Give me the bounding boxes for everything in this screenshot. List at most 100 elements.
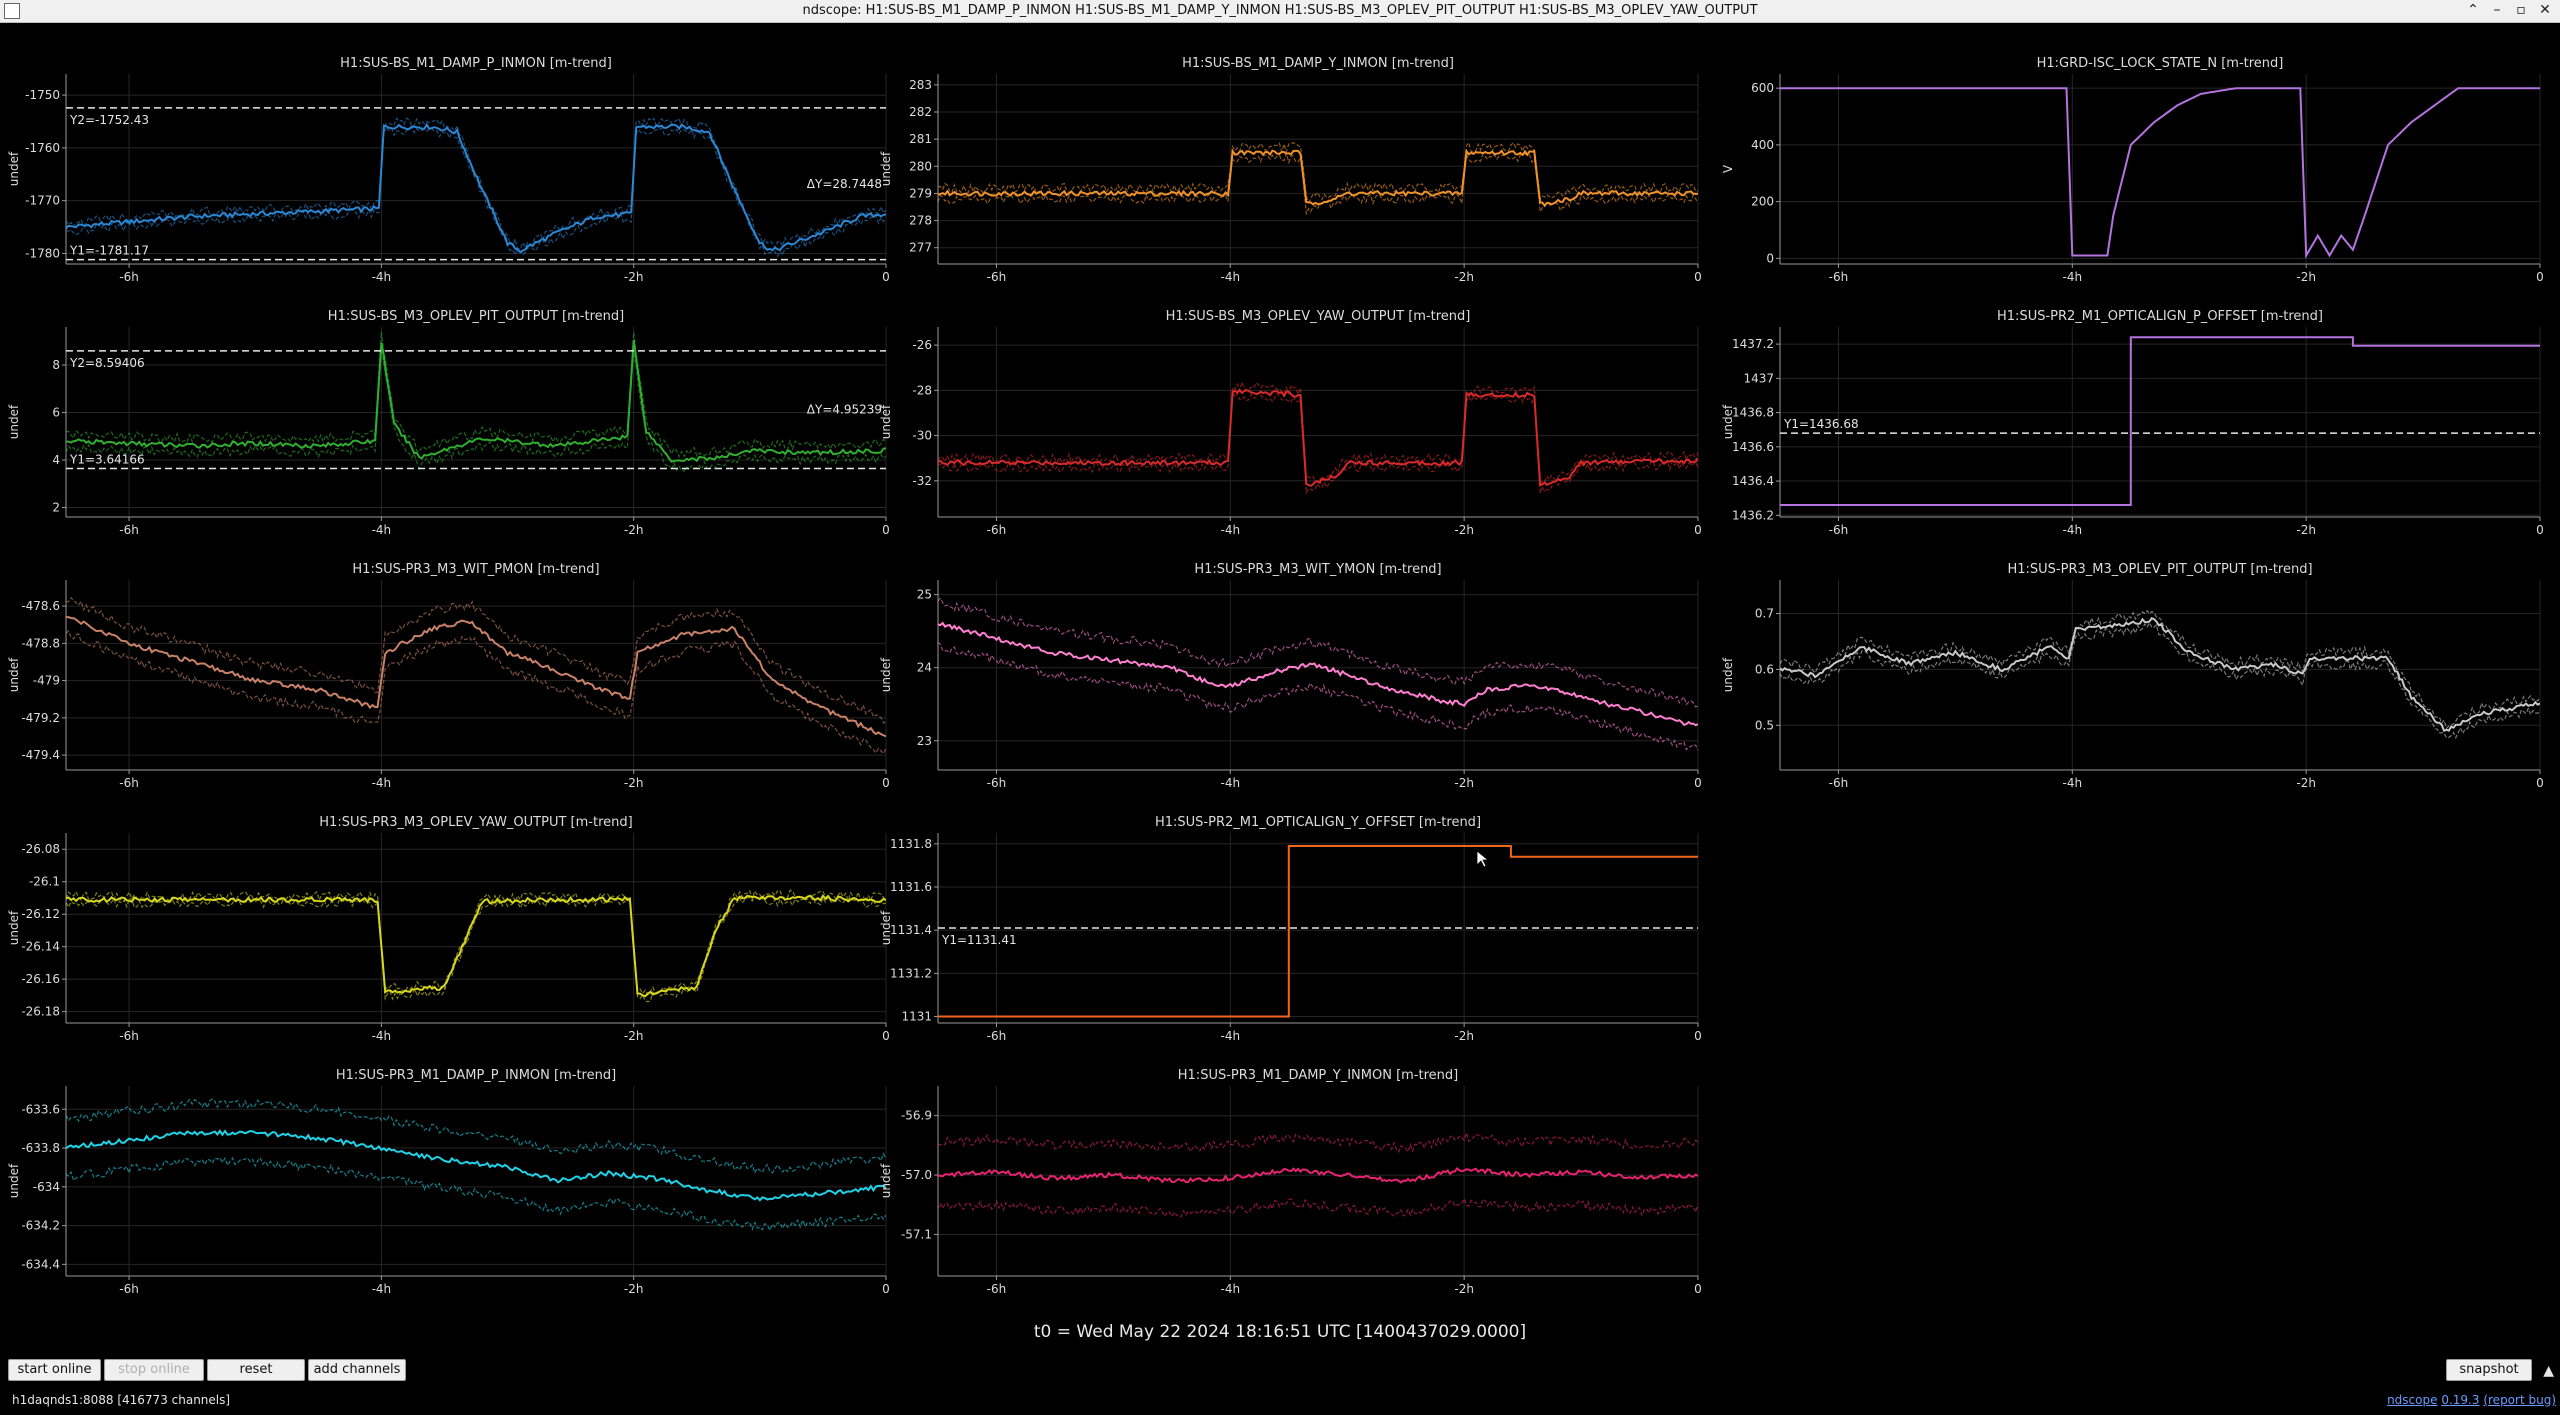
close-button[interactable]: ✕ xyxy=(2536,1,2554,19)
plot-panel[interactable]: H1:SUS-PR3_M3_OPLEV_YAW_OUTPUT [m-trend]… xyxy=(7,815,890,1043)
y-tick-label: 1131 xyxy=(901,1010,932,1024)
y-tick-label: -30 xyxy=(912,429,932,443)
series-min-line xyxy=(66,1156,886,1232)
y-tick-label: -479.4 xyxy=(21,748,60,762)
reset-button[interactable]: reset xyxy=(207,1359,305,1381)
version-link[interactable]: 0.19.3 xyxy=(2441,1393,2479,1407)
x-tick-label: -6h xyxy=(119,776,139,790)
series-min-line xyxy=(938,641,1698,751)
plot-panel[interactable]: H1:SUS-BS_M3_OPLEV_PIT_OUTPUT [m-trend] 2… xyxy=(7,309,890,537)
y-axis-label: undef xyxy=(879,404,893,439)
plot-panel[interactable]: H1:SUS-PR3_M3_WIT_PMON [m-trend] -479.4 -4… xyxy=(7,562,890,790)
x-tick-label: -6h xyxy=(119,270,139,284)
plot-panel[interactable]: H1:GRD-ISC_LOCK_STATE_N [m-trend] 0 200 400… xyxy=(1721,56,2544,284)
x-tick-label: -4h xyxy=(372,523,392,537)
stop-online-button[interactable]: stop online xyxy=(104,1359,204,1381)
series-min-line xyxy=(66,350,886,472)
series-mean-line xyxy=(938,388,1698,488)
x-tick-label: 0 xyxy=(882,1282,890,1296)
x-tick-label: -4h xyxy=(372,1029,392,1043)
window-shade-icon[interactable]: ⌃ xyxy=(2464,1,2482,19)
cursor-label: Y2=8.59406 xyxy=(69,356,145,370)
plot-panel[interactable]: H1:SUS-PR2_M1_OPTICALIGN_Y_OFFSET [m-tre… xyxy=(879,815,1702,1043)
plot-panel[interactable]: H1:SUS-BS_M1_DAMP_P_INMON [m-trend] -1780… xyxy=(7,56,890,284)
cursor-label: Y1=3.64166 xyxy=(69,453,145,467)
plot-grid[interactable]: H1:SUS-BS_M1_DAMP_P_INMON [m-trend] -1780… xyxy=(0,22,2560,1322)
series-group xyxy=(1780,87,2540,260)
x-tick-label: -6h xyxy=(987,1282,1007,1296)
series-group xyxy=(938,845,1698,1018)
y-tick-label: 200 xyxy=(1751,195,1774,209)
plot-panel[interactable]: H1:SUS-PR3_M1_DAMP_Y_INMON [m-trend] -57.… xyxy=(879,1068,1702,1296)
plot-title: H1:SUS-PR3_M3_OPLEV_PIT_OUTPUT [m-trend] xyxy=(2007,562,2312,577)
plot-title: H1:SUS-PR3_M3_WIT_YMON [m-trend] xyxy=(1194,562,1441,577)
y-tick-label: 8 xyxy=(52,358,60,372)
y-axis-label: undef xyxy=(879,151,893,186)
x-tick-label: -2h xyxy=(624,523,644,537)
plot-panel[interactable]: H1:SUS-PR3_M1_DAMP_P_INMON [m-trend] -634… xyxy=(7,1068,890,1296)
x-tick-label: -2h xyxy=(1454,776,1474,790)
x-tick-label: 0 xyxy=(1694,1029,1702,1043)
window-title: ndscope: H1:SUS-BS_M1_DAMP_P_INMON H1:SU… xyxy=(802,3,1758,18)
y-tick-label: 1436.8 xyxy=(1732,406,1774,420)
x-tick-label: 0 xyxy=(1694,523,1702,537)
y-tick-label: -478.6 xyxy=(21,599,60,613)
series-mean-line xyxy=(66,1129,886,1202)
minimize-button[interactable]: – xyxy=(2488,1,2506,19)
x-tick-label: -6h xyxy=(987,523,1007,537)
x-tick-label: -6h xyxy=(1829,776,1849,790)
y-tick-label: 1131.2 xyxy=(890,966,932,980)
plot-panel[interactable]: H1:SUS-BS_M3_OPLEV_YAW_OUTPUT [m-trend] -… xyxy=(879,309,1702,537)
y-tick-label: -57.0 xyxy=(901,1168,932,1182)
y-tick-label: 4 xyxy=(52,453,60,467)
plot-title: H1:SUS-PR3_M3_OPLEV_YAW_OUTPUT [m-trend] xyxy=(319,815,632,830)
y-tick-label: -633.6 xyxy=(21,1102,60,1116)
x-tick-label: 0 xyxy=(882,1029,890,1043)
series-group xyxy=(66,596,886,755)
add-channels-button[interactable]: add channels xyxy=(308,1359,406,1381)
y-tick-label: 6 xyxy=(52,406,60,420)
series-group xyxy=(938,597,1698,751)
y-tick-label: 2 xyxy=(52,501,60,515)
series-mean-line xyxy=(66,340,886,463)
cursor-delta-label: ΔY=28.7448 xyxy=(807,177,882,191)
report-bug-link[interactable]: (report bug) xyxy=(2483,1393,2556,1407)
plot-panel[interactable]: H1:SUS-PR3_M3_WIT_YMON [m-trend] 23 24 25 -6… xyxy=(879,562,1702,790)
series-max-line xyxy=(938,380,1698,488)
plot-panel[interactable]: H1:SUS-BS_M1_DAMP_Y_INMON [m-trend] 277 27… xyxy=(879,56,1702,284)
x-tick-label: -2h xyxy=(2296,776,2316,790)
snapshot-button[interactable]: snapshot xyxy=(2446,1359,2532,1381)
y-tick-label: -634.4 xyxy=(21,1257,60,1271)
y-tick-label: 279 xyxy=(909,186,932,200)
plot-panel[interactable]: H1:SUS-PR3_M3_OPLEV_PIT_OUTPUT [m-trend]… xyxy=(1721,562,2544,790)
y-tick-label: -26.18 xyxy=(21,1005,60,1019)
series-max-line xyxy=(938,1130,1698,1154)
series-group xyxy=(1780,609,2540,740)
x-tick-label: -2h xyxy=(1454,270,1474,284)
start-online-button[interactable]: start online xyxy=(8,1359,101,1381)
y-axis-label: undef xyxy=(879,910,893,945)
maximize-button[interactable]: ▫ xyxy=(2512,1,2530,19)
cursor-label: Y2=-1752.43 xyxy=(69,113,149,127)
plot-panel[interactable]: H1:SUS-PR2_M1_OPTICALIGN_P_OFFSET [m-tre… xyxy=(1721,309,2544,537)
y-tick-label: 1436.6 xyxy=(1732,440,1774,454)
y-tick-label: -633.8 xyxy=(21,1141,60,1155)
y-tick-label: -479.2 xyxy=(21,711,60,725)
y-tick-label: 278 xyxy=(909,214,932,228)
series-mean-line xyxy=(1780,336,2540,506)
x-tick-label: -6h xyxy=(1829,523,1849,537)
y-tick-label: 0.7 xyxy=(1755,607,1774,621)
x-tick-label: -4h xyxy=(372,776,392,790)
series-group xyxy=(1780,336,2540,506)
y-tick-label: 400 xyxy=(1751,138,1774,152)
app-name-link[interactable]: ndscope xyxy=(2387,1393,2437,1407)
x-tick-label: -4h xyxy=(1221,523,1241,537)
chevron-up-icon[interactable]: ▲ xyxy=(2543,1363,2554,1379)
y-axis-label: undef xyxy=(7,657,21,692)
cursor-label: Y1=1436.68 xyxy=(1783,417,1859,431)
y-tick-label: -56.9 xyxy=(901,1109,932,1123)
y-tick-label: 600 xyxy=(1751,81,1774,95)
x-tick-label: 0 xyxy=(1694,1282,1702,1296)
cursor-label: Y1=1131.41 xyxy=(941,933,1017,947)
plot-title: H1:SUS-BS_M3_OPLEV_PIT_OUTPUT [m-trend] xyxy=(328,309,624,324)
